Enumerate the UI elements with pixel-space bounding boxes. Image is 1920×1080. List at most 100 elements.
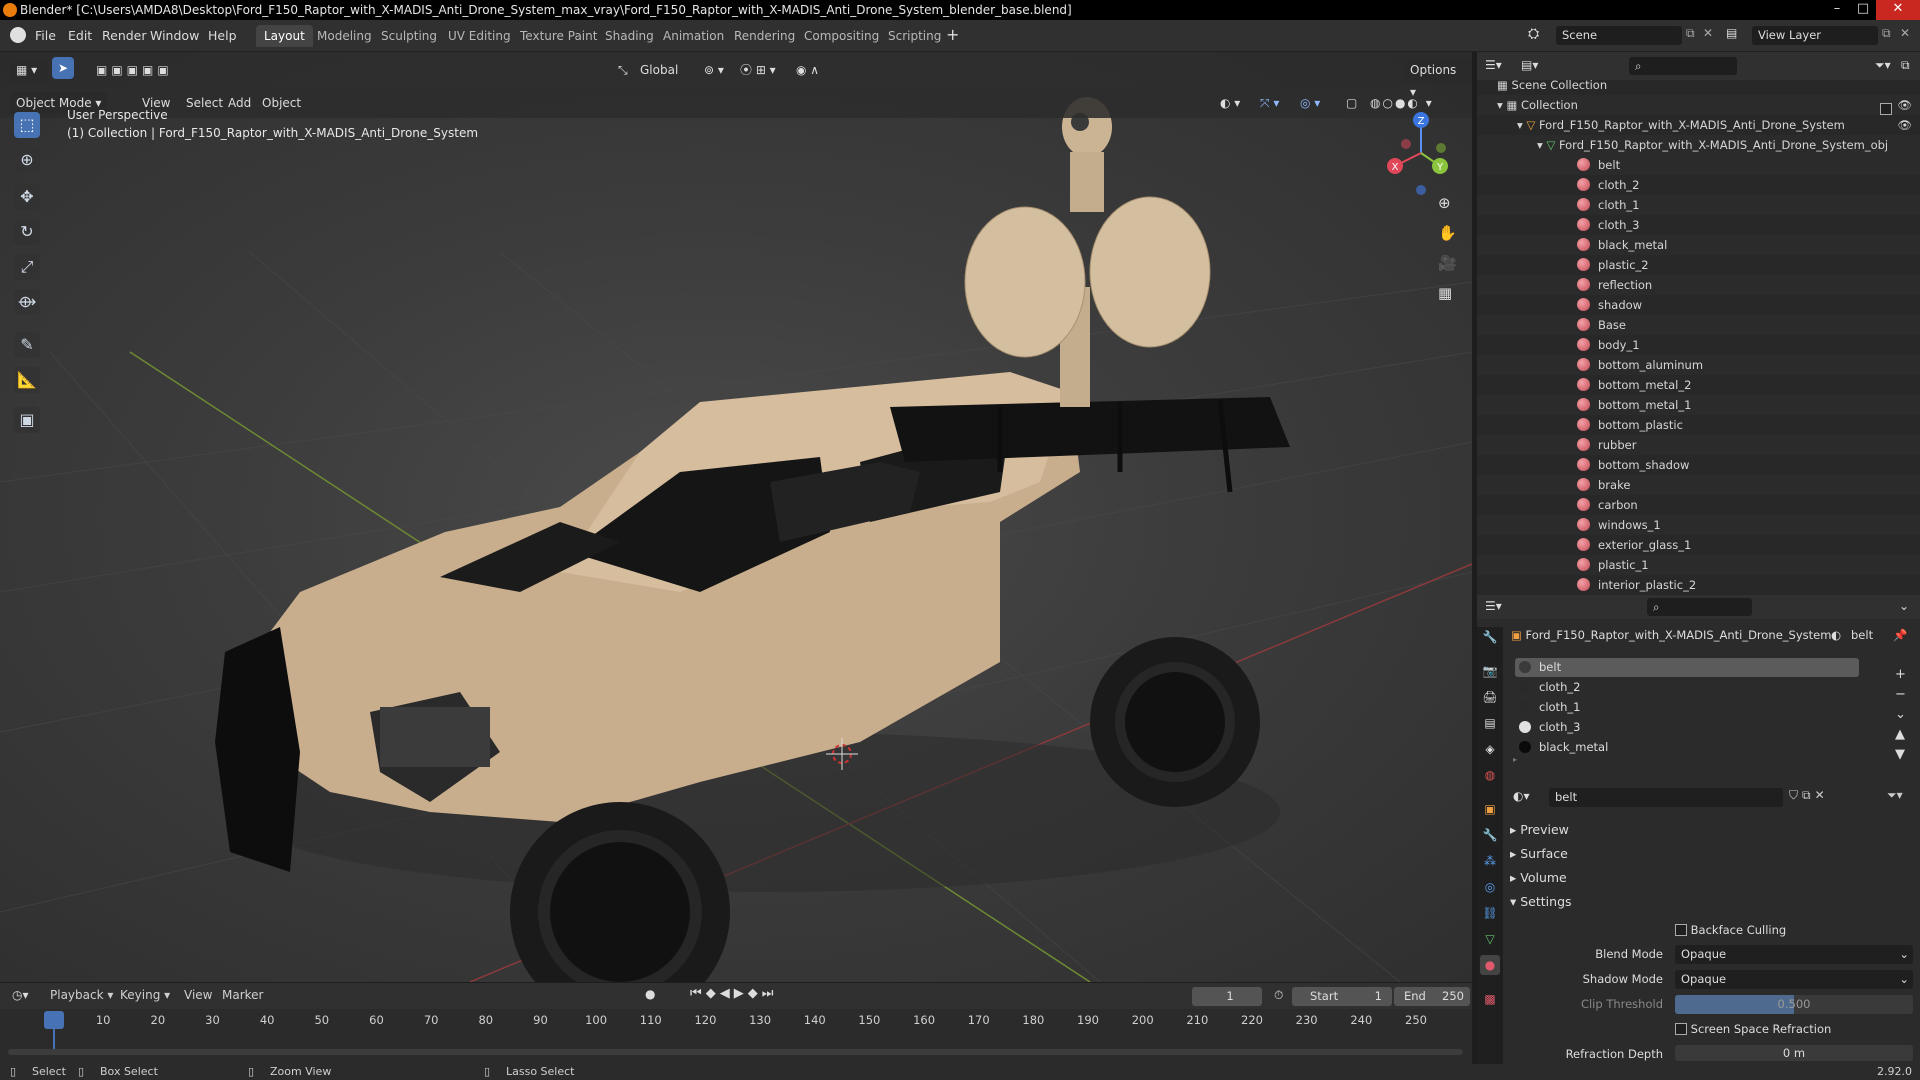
scene-tab-icon[interactable]: ◈ (1480, 739, 1500, 759)
ssr-checkbox[interactable]: Screen Space Refraction (1675, 1022, 1831, 1036)
navigation-gizmo[interactable]: Z X Y (1378, 108, 1468, 198)
panel-preview[interactable]: ▸ Preview (1510, 822, 1569, 837)
new-view-layer-icon[interactable]: ⧉ (1882, 26, 1891, 41)
refraction-depth-field[interactable]: 0 m (1675, 1045, 1913, 1061)
tree-scene-collection[interactable]: ▦ Scene Collection (1477, 75, 1920, 95)
view-layer-field[interactable]: View Layer (1752, 26, 1878, 45)
eye-icon[interactable]: 👁 (1897, 95, 1912, 115)
blender-menu-icon[interactable] (10, 27, 26, 43)
orientation-dropdown[interactable]: Global (634, 59, 684, 81)
pan-hand-icon[interactable]: ✋ (1438, 224, 1457, 242)
physics-tab-icon[interactable]: ◎ (1480, 877, 1500, 897)
ssr-check[interactable] (1675, 1023, 1687, 1035)
tab-scripting[interactable]: Scripting (880, 25, 949, 47)
move-slot-up-icon[interactable]: ▲ (1895, 725, 1906, 745)
add-slot-icon[interactable]: + (1895, 665, 1906, 685)
properties-search-input[interactable]: ⌕ (1647, 598, 1752, 616)
proportional-edit-icon[interactable]: ◉ ∧ (790, 59, 825, 81)
slot-resize-handle[interactable]: ▸ (1513, 755, 1863, 764)
material-slot-3[interactable]: cloth_3 (1515, 718, 1859, 737)
tree-material-2[interactable]: cloth_1 (1477, 195, 1920, 215)
tree-material-7[interactable]: shadow (1477, 295, 1920, 315)
tab-modeling[interactable]: Modeling (309, 25, 380, 47)
delete-view-layer-icon[interactable]: ✕ (1900, 26, 1910, 40)
ortho-grid-icon[interactable]: ▦ (1438, 284, 1452, 302)
view-layer-icon[interactable]: ▤ (1726, 26, 1737, 40)
filter-icon[interactable]: ⏷▾ (1875, 58, 1891, 73)
eye-icon[interactable]: 👁 (1897, 115, 1912, 135)
tree-material-12[interactable]: bottom_metal_1 (1477, 395, 1920, 415)
menu-edit[interactable]: Edit (68, 28, 92, 43)
move-slot-down-icon[interactable]: ▼ (1895, 745, 1906, 765)
tab-layout[interactable]: Layout (256, 25, 313, 47)
display-mode-icon[interactable]: ▤▾ (1521, 58, 1538, 72)
pivot-point-icon[interactable]: ⊚ ▾ (698, 59, 730, 81)
move-tool-icon[interactable]: ✥ (14, 184, 40, 210)
tree-material-21[interactable]: interior_plastic_2 (1477, 575, 1920, 595)
options-dropdown[interactable]: Options ▾ (1404, 59, 1472, 99)
tab-sculpting[interactable]: Sculpting (373, 25, 445, 47)
constraints-tab-icon[interactable]: ⛓ (1480, 903, 1500, 923)
blend-mode-dropdown[interactable]: Opaque ⌄ (1675, 945, 1913, 964)
tree-material-10[interactable]: bottom_aluminum (1477, 355, 1920, 375)
frame-ruler[interactable]: 1102030405060708090100110120130140150160… (0, 983, 1472, 1033)
playhead[interactable] (44, 1011, 64, 1029)
exclude-check[interactable] (1880, 103, 1892, 115)
3d-viewport[interactable]: ▦ ▾ ➤ ▣▣▣▣▣ ⤡ Global ⊚ ▾ ⦿ ⊞ ▾ ◉ ∧ Optio… (0, 52, 1472, 982)
menu-file[interactable]: File (35, 28, 56, 43)
transform-tool-icon[interactable]: ⟴ (14, 289, 40, 315)
select-tool-icon[interactable]: ➤ (52, 57, 74, 79)
unlink-icon[interactable]: ✕ (1815, 788, 1829, 802)
material-name-field[interactable]: belt (1549, 788, 1783, 807)
tree-material-13[interactable]: bottom_plastic (1477, 415, 1920, 435)
panel-settings[interactable]: ▾ Settings (1510, 894, 1572, 909)
gizmo-toggle-icon[interactable]: ⤧ ▾ (1254, 92, 1285, 114)
viewport-menu-object[interactable]: Object (256, 92, 307, 114)
tree-material-20[interactable]: plastic_1 (1477, 555, 1920, 575)
outliner-editor-type-icon[interactable]: ☰▾ (1485, 58, 1502, 72)
maximize-icon[interactable]: □ (1850, 0, 1876, 20)
menu-window[interactable]: Window (150, 28, 199, 43)
fake-user-icon[interactable]: ⛉ (1789, 788, 1802, 802)
properties-editor-type-icon[interactable]: ☰▾ (1485, 599, 1502, 613)
render-tab-icon[interactable]: 📷 (1480, 661, 1500, 681)
material-slot-0[interactable]: belt (1515, 658, 1859, 677)
scene-field[interactable]: Scene (1556, 26, 1682, 45)
material-slot-2[interactable]: cloth_1 (1515, 698, 1859, 717)
tree-material-16[interactable]: brake (1477, 475, 1920, 495)
tree-material-3[interactable]: cloth_3 (1477, 215, 1920, 235)
add-cube-tool-icon[interactable]: ▣ (14, 407, 40, 433)
panel-volume[interactable]: ▸ Volume (1510, 870, 1567, 885)
material-tab-icon[interactable]: ● (1480, 955, 1500, 975)
material-browse-icon[interactable]: ◐▾ (1513, 789, 1530, 803)
tree-material-9[interactable]: body_1 (1477, 335, 1920, 355)
tree-material-14[interactable]: rubber (1477, 435, 1920, 455)
new-collection-icon[interactable]: ⧉ (1901, 58, 1910, 73)
tree-object[interactable]: ▾ ▽ Ford_F150_Raptor_with_X-MADIS_Anti_D… (1477, 115, 1920, 135)
delete-scene-icon[interactable]: ✕ (1703, 26, 1713, 40)
menu-render[interactable]: Render (102, 28, 147, 43)
panel-surface[interactable]: ▸ Surface (1510, 846, 1568, 861)
tree-material-4[interactable]: black_metal (1477, 235, 1920, 255)
xray-icon[interactable]: ▢ (1340, 92, 1363, 114)
data-tab-icon[interactable]: ▽ (1480, 929, 1500, 949)
scale-tool-icon[interactable]: ⤢ (14, 254, 40, 280)
minimize-icon[interactable]: – (1824, 0, 1850, 20)
overlays-icon[interactable]: ◎ ▾ (1294, 92, 1326, 114)
remove-slot-icon[interactable]: − (1895, 685, 1906, 705)
modifier-tab-icon[interactable]: 🔧 (1480, 825, 1500, 845)
tree-collection[interactable]: ▾ ▦ Collection 👁 (1477, 95, 1920, 115)
scene-icon[interactable]: ⛭ (1528, 26, 1550, 46)
material-slot-1[interactable]: cloth_2 (1515, 678, 1859, 697)
measure-tool-icon[interactable]: 📐 (14, 367, 40, 393)
camera-view-icon[interactable]: 🎥 (1438, 254, 1457, 272)
snap-icon[interactable]: ⦿ ⊞ ▾ (734, 59, 782, 81)
tree-material-5[interactable]: plastic_2 (1477, 255, 1920, 275)
transform-orientation-icon[interactable]: ⤡ (612, 59, 634, 81)
timeline-scrollbar[interactable] (8, 1049, 1463, 1055)
particles-tab-icon[interactable]: ⁂ (1480, 851, 1500, 871)
duplicate-icon[interactable]: ⧉ (1802, 788, 1815, 802)
tree-material-0[interactable]: belt (1477, 155, 1920, 175)
cursor-tool-icon[interactable]: ⊕ (14, 147, 40, 173)
texture-tab-icon[interactable]: ▩ (1480, 989, 1500, 1009)
